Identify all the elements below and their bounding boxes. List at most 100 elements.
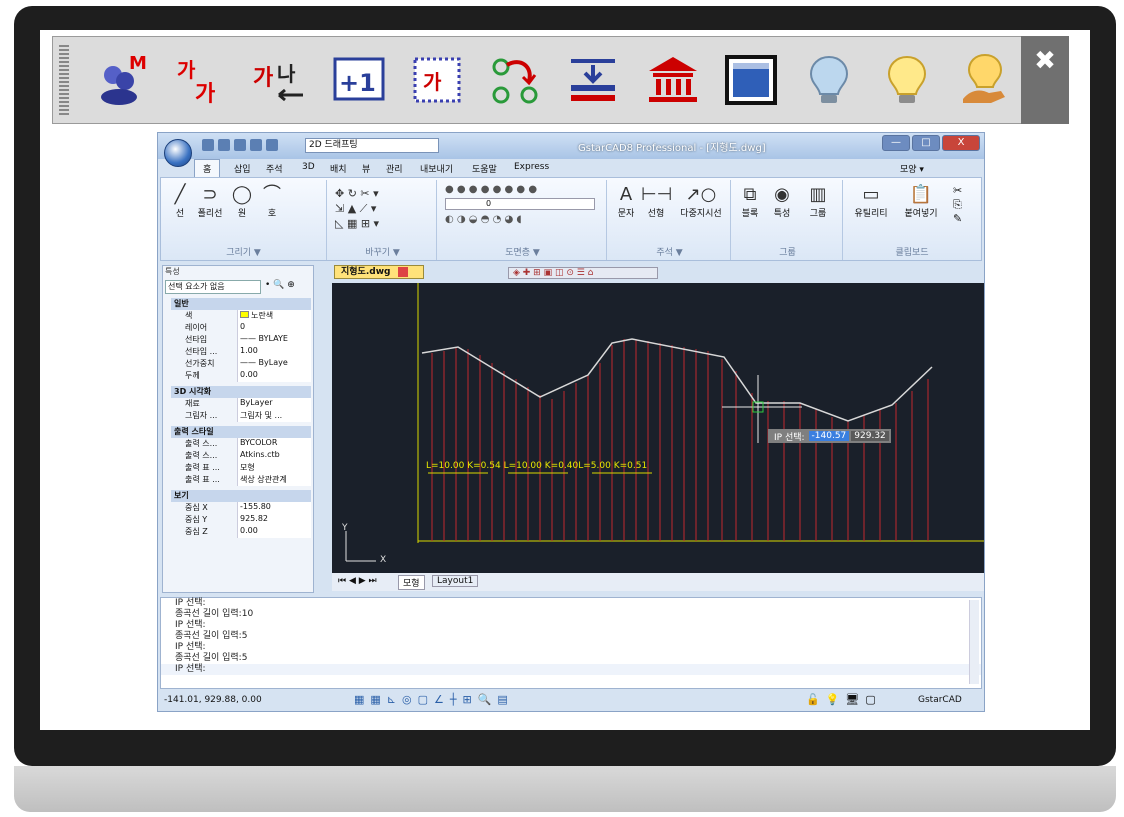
section-general[interactable]: 일반 [171,298,311,310]
text-swap-icon[interactable]: 가나 [249,47,309,111]
prop-row[interactable]: 선타입 ... 1.00 [171,346,311,358]
layer-select[interactable]: 0 [445,198,595,210]
prop-row[interactable]: 출력 표 ... 색상 상관관계 [171,474,311,486]
command-input[interactable]: IP 선택: [161,664,981,675]
prop-row[interactable]: 재료 ByLayer [171,398,311,410]
layer-tools-icon[interactable]: ● ● ● ● ● ● ● ● [445,184,537,195]
prop-row[interactable]: 그림자 ... 그림자 및 ... [171,410,311,422]
minimize-button[interactable]: — [882,135,910,151]
multileader-tool[interactable]: ↗○ 다중지시선 [675,184,727,219]
node-link-icon[interactable] [485,47,545,111]
modify-tools-icon[interactable]: ✥ ↻ ✂ ▾ ⇲ ▲ ⟋ ▾ ◺ ▦ ⊞ ▾ [335,186,379,231]
undo-icon[interactable] [266,139,278,151]
svg-text:가: 가 [423,70,442,94]
tab-home[interactable]: 홈 [194,159,221,177]
circle-tool[interactable]: ◯ 원 [227,184,257,219]
increment-icon[interactable]: +1 [329,47,389,111]
tab-export[interactable]: 내보내기 [420,162,453,175]
bulb-off-icon[interactable] [799,47,859,111]
group-tool[interactable]: ▥ 그룹 [803,184,833,219]
drawing-canvas[interactable]: L=10.00 K=0.54 L=10.00 K=0.40L=5.00 K=0.… [332,283,984,573]
tab-layout1[interactable]: Layout1 [432,575,479,587]
section-plot-style[interactable]: 출력 스타일 [171,426,311,438]
quick-select-icon[interactable]: • 🔍 ⊕ [265,280,295,290]
text-size-icon[interactable]: 가가 [171,47,231,111]
terrain-profile [421,338,933,422]
toolbar-grip[interactable] [59,45,69,115]
prop-row[interactable]: 색 노란색 [171,310,311,322]
print-icon[interactable] [250,139,262,151]
prop-row[interactable]: 중심 X -155.80 [171,502,311,514]
workspace-select[interactable]: 2D 드래프팅 [305,138,439,153]
users-m-icon[interactable]: M [91,47,151,111]
maximize-button[interactable]: □ [912,135,940,151]
prop-row[interactable]: 중심 Y 925.82 [171,514,311,526]
prop-row[interactable]: 레이어 0 [171,322,311,334]
new-icon[interactable] [202,139,214,151]
block-icon: ⧉ [743,184,757,205]
polyline-tool[interactable]: ⊃ 폴리선 [195,184,225,219]
tab-view[interactable]: 뷰 [362,162,370,175]
prop-row[interactable]: 선가중치 —— ByLaye [171,358,311,370]
prop-row[interactable]: 중심 Z 0.00 [171,526,311,538]
block-tool[interactable]: ⧉ 블록 [735,184,765,219]
tab-help[interactable]: 도움말 [472,162,497,175]
svg-text:M: M [129,53,147,74]
ip-y-input[interactable]: 929.32 [851,431,889,441]
tab-nav-icon[interactable]: ⏮ ◀ ▶ ⏭ [338,576,377,586]
prop-row[interactable]: 출력 스... Atkins.ctb [171,450,311,462]
text-frame-icon[interactable]: 가 [407,47,467,111]
status-tray-icon[interactable]: 🔓💡🖥▢ [806,693,882,706]
leader-icon: ↗○ [685,184,717,205]
prop-row[interactable]: 출력 표 ... 모형 [171,462,311,474]
svg-text:가: 가 [177,58,196,82]
tab-model[interactable]: 모형 [398,575,425,590]
cut-copy-icon[interactable]: ✂ ⎘ ✎ [953,184,962,226]
window-close-button[interactable]: X [942,135,980,151]
properties-tool[interactable]: ◉ 특성 [767,184,797,219]
paste-tool[interactable]: 📋 붙여넣기 [899,184,943,219]
paste-icon: 📋 [909,184,933,205]
selection-select[interactable]: 선택 요소가 없음 [165,280,261,294]
tab-layout[interactable]: 배치 [330,162,347,175]
document-tab[interactable]: 지형도.dwg [334,265,424,279]
layer-tools-row2-icon[interactable]: ◐ ◑ ◒ ◓ ◔ ◕ ◖ [445,214,522,225]
ribbon-panel: ╱ 선 ⊃ 폴리선 ◯ 원 ⌒ 호 그리기 ▼ ✥ ↻ ✂ ▾ ⇲ ▲ ⟋ ▾ ◺ ▦ ⊞ … [160,177,982,261]
bulb-on-icon[interactable] [877,47,937,111]
prop-row[interactable]: 선타입 —— BYLAYE [171,334,311,346]
group-group: ⧉ 블록 ◉ 특성 ▥ 그룹 그룹 [733,180,843,260]
bank-icon[interactable] [643,47,703,111]
linear-dim-tool[interactable]: ⊢⊣ 선형 [641,184,672,219]
arc-tool[interactable]: ⌒ 호 [257,184,287,219]
annotation-group: A 문자 ⊢⊣ 선형 ↗○ 다중지시선 주석 ▼ [609,180,731,260]
tab-3d[interactable]: 3D [302,162,315,172]
section-3d-visual[interactable]: 3D 시각화 [171,386,311,398]
arc-icon: ⌒ [263,184,281,205]
close-doc-icon[interactable] [398,266,409,277]
svg-text:가: 가 [195,82,215,107]
prop-row[interactable]: 두께 0.00 [171,370,311,382]
command-scrollbar[interactable] [969,600,979,684]
prop-row[interactable]: 출력 스... BYCOLOR [171,438,311,450]
drafting-toggles-icon[interactable]: ▦▦⊾◎▢∠┼⊞🔍▤ [354,693,514,706]
window-icon[interactable] [721,47,781,111]
tab-express[interactable]: Express [514,162,549,172]
custom-toolbar-mini[interactable]: ◈ ✚ ⊞ ▣ ◫ ⊙ ☰ ⌂ [508,267,658,279]
circle-icon: ◯ [231,184,253,205]
bulb-hand-icon[interactable] [955,47,1015,111]
tab-annotate[interactable]: 주석 [266,162,283,175]
tab-manage[interactable]: 관리 [386,162,403,175]
ip-x-input[interactable]: -140.57 [808,431,850,441]
save-icon[interactable] [234,139,246,151]
toolbar-close-button[interactable]: ✖ [1021,36,1069,124]
text-tool[interactable]: A 문자 [611,184,641,219]
tab-insert[interactable]: 삽입 [234,162,251,175]
line-tool[interactable]: ╱ 선 [165,184,195,219]
style-dropdown[interactable]: 모양 ▾ [900,162,924,175]
insert-line-icon[interactable] [563,47,623,111]
properties-header: 특성 [165,267,180,276]
section-view[interactable]: 보기 [171,490,311,502]
command-window[interactable]: IP 선택: 종곡선 길이 입력:10 IP 선택: 종곡선 길이 입력:5 I… [160,597,982,689]
open-icon[interactable] [218,139,230,151]
utility-tool[interactable]: ▭ 유틸리티 [849,184,893,219]
